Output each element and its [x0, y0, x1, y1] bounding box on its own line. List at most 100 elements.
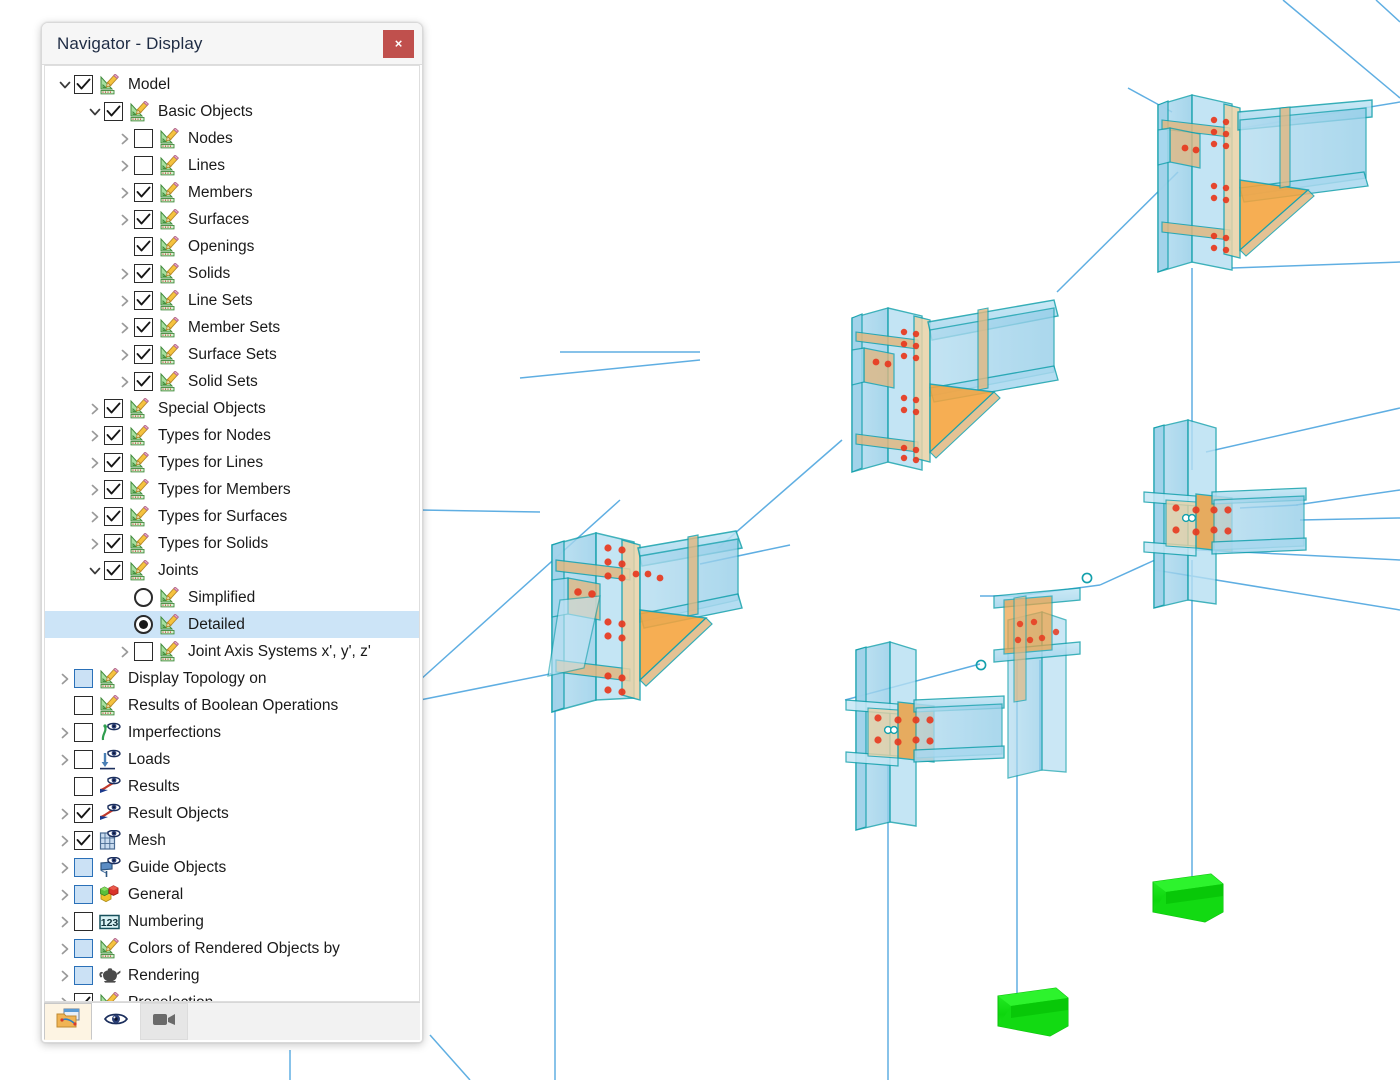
- tree-row-nodes[interactable]: Nodes: [45, 125, 419, 152]
- checkbox-solid-sets[interactable]: [134, 372, 153, 391]
- tree-row-joint-axis-systems-x-y-z[interactable]: Joint Axis Systems x', y', z': [45, 638, 419, 665]
- checkbox-types-for-members[interactable]: [104, 480, 123, 499]
- checkbox-types-for-lines[interactable]: [104, 453, 123, 472]
- checkbox-surface-sets[interactable]: [134, 345, 153, 364]
- chevron-down-icon[interactable]: [55, 71, 74, 98]
- chevron-right-icon[interactable]: [85, 449, 104, 476]
- display-tree-scroll-area[interactable]: Model Basic Objects Nodes Lines Members …: [44, 65, 420, 1002]
- tree-row-mesh[interactable]: Mesh: [45, 827, 419, 854]
- checkbox-colors-of-rendered-objects-by[interactable]: [74, 939, 93, 958]
- tree-row-results-of-boolean-operations[interactable]: Results of Boolean Operations: [45, 692, 419, 719]
- tree-row-results[interactable]: Results: [45, 773, 419, 800]
- chevron-right-icon[interactable]: [115, 287, 134, 314]
- chevron-right-icon[interactable]: [115, 179, 134, 206]
- support-left[interactable]: [997, 987, 1069, 1037]
- checkbox-basic-objects[interactable]: [104, 102, 123, 121]
- tree-row-guide-objects[interactable]: Guide Objects: [45, 854, 419, 881]
- checkbox-line-sets[interactable]: [134, 291, 153, 310]
- chevron-down-icon[interactable]: [85, 557, 104, 584]
- chevron-right-icon[interactable]: [55, 854, 74, 881]
- chevron-right-icon[interactable]: [115, 206, 134, 233]
- checkbox-nodes[interactable]: [134, 129, 153, 148]
- joint-left[interactable]: [547, 530, 744, 713]
- checkbox-openings[interactable]: [134, 237, 153, 256]
- chevron-right-icon[interactable]: [55, 719, 74, 746]
- checkbox-surfaces[interactable]: [134, 210, 153, 229]
- chevron-right-icon[interactable]: [85, 422, 104, 449]
- chevron-right-icon[interactable]: [55, 800, 74, 827]
- checkbox-result-objects[interactable]: [74, 804, 93, 823]
- camera-navigator-tab[interactable]: [140, 1003, 188, 1040]
- radio-detailed[interactable]: [134, 615, 153, 634]
- checkbox-guide-objects[interactable]: [74, 858, 93, 877]
- checkbox-results[interactable]: [74, 777, 93, 796]
- chevron-right-icon[interactable]: [85, 476, 104, 503]
- tree-row-types-for-surfaces[interactable]: Types for Surfaces: [45, 503, 419, 530]
- support-right[interactable]: [1152, 873, 1224, 923]
- tree-row-numbering[interactable]: 123 Numbering: [45, 908, 419, 935]
- chevron-right-icon[interactable]: [55, 665, 74, 692]
- tree-row-imperfections[interactable]: Imperfections: [45, 719, 419, 746]
- chevron-right-icon[interactable]: [115, 341, 134, 368]
- chevron-right-icon[interactable]: [115, 368, 134, 395]
- chevron-right-icon[interactable]: [55, 746, 74, 773]
- tree-row-result-objects[interactable]: Result Objects: [45, 800, 419, 827]
- tree-row-line-sets[interactable]: Line Sets: [45, 287, 419, 314]
- tree-row-types-for-nodes[interactable]: Types for Nodes: [45, 422, 419, 449]
- tree-row-general[interactable]: General: [45, 881, 419, 908]
- tree-row-member-sets[interactable]: Member Sets: [45, 314, 419, 341]
- tree-row-preselection[interactable]: Preselection: [45, 989, 419, 1001]
- checkbox-rendering[interactable]: [74, 966, 93, 985]
- checkbox-special-objects[interactable]: [104, 399, 123, 418]
- joint-top-right[interactable]: [1157, 94, 1373, 273]
- tree-row-types-for-solids[interactable]: Types for Solids: [45, 530, 419, 557]
- tree-row-surface-sets[interactable]: Surface Sets: [45, 341, 419, 368]
- checkbox-lines[interactable]: [134, 156, 153, 175]
- joint-middle[interactable]: [851, 299, 1059, 473]
- chevron-right-icon[interactable]: [115, 638, 134, 665]
- checkbox-members[interactable]: [134, 183, 153, 202]
- checkbox-solids[interactable]: [134, 264, 153, 283]
- chevron-right-icon[interactable]: [115, 152, 134, 179]
- tree-row-detailed[interactable]: Detailed: [45, 611, 419, 638]
- chevron-right-icon[interactable]: [85, 503, 104, 530]
- checkbox-numbering[interactable]: [74, 912, 93, 931]
- views-navigator-tab[interactable]: [92, 1003, 140, 1040]
- chevron-right-icon[interactable]: [55, 962, 74, 989]
- tree-row-members[interactable]: Members: [45, 179, 419, 206]
- tree-row-solid-sets[interactable]: Solid Sets: [45, 368, 419, 395]
- tree-row-joints[interactable]: Joints: [45, 557, 419, 584]
- tree-row-types-for-lines[interactable]: Types for Lines: [45, 449, 419, 476]
- checkbox-member-sets[interactable]: [134, 318, 153, 337]
- chevron-right-icon[interactable]: [55, 908, 74, 935]
- checkbox-joint-axis-systems-x-y-z[interactable]: [134, 642, 153, 661]
- checkbox-display-topology-on[interactable]: [74, 669, 93, 688]
- chevron-right-icon[interactable]: [115, 314, 134, 341]
- tree-row-lines[interactable]: Lines: [45, 152, 419, 179]
- tree-row-model[interactable]: Model: [45, 71, 419, 98]
- tree-row-loads[interactable]: Loads: [45, 746, 419, 773]
- tree-row-openings[interactable]: Openings: [45, 233, 419, 260]
- checkbox-preselection[interactable]: [74, 993, 93, 1001]
- chevron-right-icon[interactable]: [55, 827, 74, 854]
- chevron-right-icon[interactable]: [85, 395, 104, 422]
- checkbox-types-for-nodes[interactable]: [104, 426, 123, 445]
- tree-row-colors-of-rendered-objects-by[interactable]: Colors of Rendered Objects by: [45, 935, 419, 962]
- checkbox-general[interactable]: [74, 885, 93, 904]
- tree-row-types-for-members[interactable]: Types for Members: [45, 476, 419, 503]
- chevron-down-icon[interactable]: [85, 98, 104, 125]
- tree-row-display-topology-on[interactable]: Display Topology on: [45, 665, 419, 692]
- checkbox-types-for-surfaces[interactable]: [104, 507, 123, 526]
- display-navigator-tab[interactable]: [44, 1003, 92, 1040]
- tree-row-rendering[interactable]: Rendering: [45, 962, 419, 989]
- close-icon[interactable]: ×: [383, 30, 414, 58]
- chevron-right-icon[interactable]: [85, 530, 104, 557]
- tree-row-solids[interactable]: Solids: [45, 260, 419, 287]
- checkbox-imperfections[interactable]: [74, 723, 93, 742]
- tree-row-simplified[interactable]: Simplified: [45, 584, 419, 611]
- chevron-right-icon[interactable]: [55, 881, 74, 908]
- checkbox-results-of-boolean-operations[interactable]: [74, 696, 93, 715]
- chevron-right-icon[interactable]: [55, 935, 74, 962]
- chevron-right-icon[interactable]: [55, 989, 74, 1001]
- checkbox-types-for-solids[interactable]: [104, 534, 123, 553]
